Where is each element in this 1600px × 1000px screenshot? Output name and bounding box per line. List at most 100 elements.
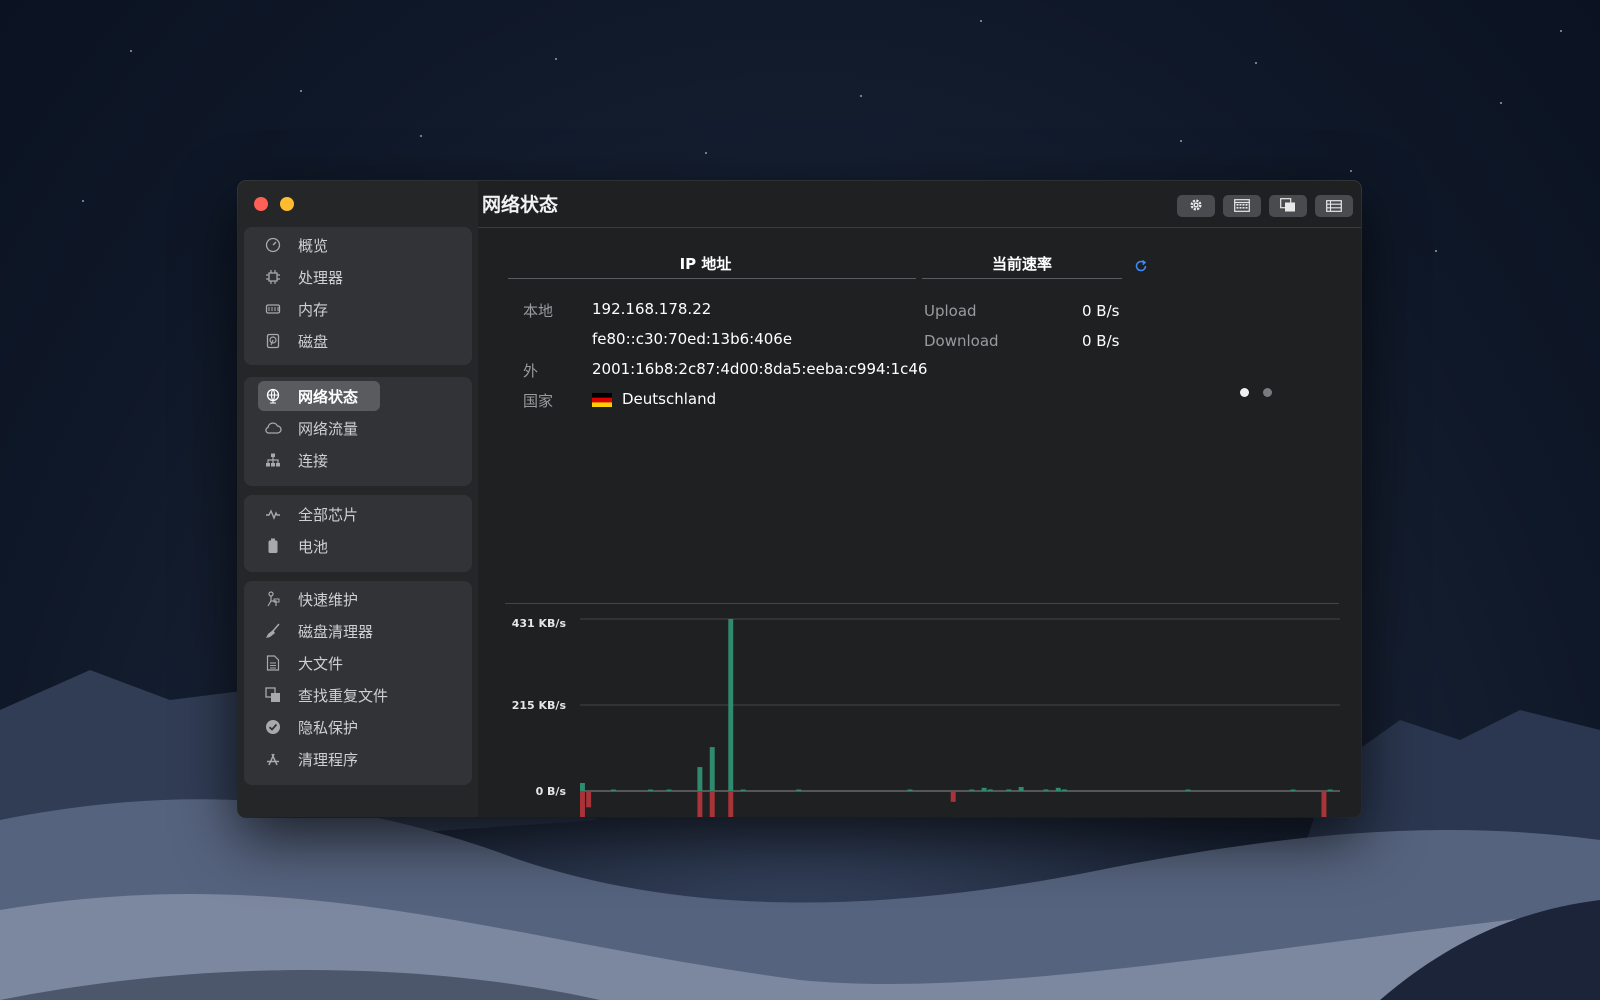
star [1560,30,1562,32]
sidebar-item-label: 电池 [298,537,329,556]
star [1350,170,1352,172]
download-bar [1290,789,1296,791]
list-view-button[interactable] [1315,195,1353,217]
window-copy-button[interactable] [1269,195,1307,217]
star [1500,102,1502,104]
sidebar-item-label: 连接 [298,451,329,470]
memory-icon [264,300,282,318]
section-divider [505,603,1339,604]
app-store-icon [264,750,282,768]
disk-icon [264,332,282,350]
settings-button[interactable] [1177,195,1215,217]
refresh-icon[interactable] [1134,258,1148,277]
star [130,50,132,52]
document-icon [264,654,282,672]
window-controls [254,197,294,211]
sidebar-item-all-chips[interactable]: 全部芯片 [244,498,472,530]
app-window: 概览 处理器 内存 磁盘 网络状态 网络流量 连接 全部芯片 电池 快速维护 磁… [238,181,1361,817]
sidebar-item-find-duplicates[interactable]: 查找重复文件 [244,679,472,711]
y-axis-label: 0 B/s [536,785,567,798]
sidebar-item-network-traffic[interactable]: 网络流量 [244,412,472,444]
star [1435,250,1437,252]
page-indicator [1240,388,1272,397]
list-icon [1326,197,1342,216]
sidebar-item-label: 内存 [298,300,329,319]
sidebar-group-system: 概览 处理器 内存 磁盘 [244,227,472,365]
sidebar-item-label: 网络流量 [298,419,359,438]
duplicate-icon [264,686,282,704]
sidebar-item-label: 磁盘清理器 [298,622,374,641]
download-bar [647,789,653,791]
upload-bar [950,791,956,802]
external-ip-value: 2001:16b8:2c87:4d00:8da5:eeba:c994:1c46 [592,360,928,378]
y-axis-label: 215 KB/s [512,699,567,712]
sidebar-item-label: 处理器 [298,268,344,287]
close-window-button[interactable] [254,197,268,211]
sidebar-item-label: 磁盘 [298,332,329,351]
upload-bar [728,791,734,817]
download-bar [580,783,585,791]
download-bar [907,789,913,791]
upload-bar [586,791,592,808]
calendar-icon [1234,197,1250,216]
upload-bar [697,791,703,817]
network-tree-icon [264,451,282,469]
y-axis-label: 431 KB/s [512,617,567,630]
network-traffic-chart: 431 KB/s215 KB/s0 B/s16 KB/s32 KB/s [512,617,1340,817]
sidebar-item-network-status[interactable]: 网络状态 [244,380,472,412]
download-bar [709,747,715,791]
sidebar-group-hardware: 全部芯片 电池 [244,495,472,572]
star [860,95,862,97]
star [1180,140,1182,142]
star [705,152,707,154]
calendar-button[interactable] [1223,195,1261,217]
star [1255,62,1257,64]
sidebar: 概览 处理器 内存 磁盘 网络状态 网络流量 连接 全部芯片 电池 快速维护 磁… [238,181,478,817]
sidebar-item-quick-maintenance[interactable]: 快速维护 [244,583,472,615]
download-bar [1043,789,1049,791]
download-bar [1055,787,1061,791]
sidebar-item-privacy[interactable]: 隐私保护 [244,711,472,743]
sidebar-item-large-files[interactable]: 大文件 [244,647,472,679]
download-bar [740,789,746,791]
globe-icon [264,387,282,405]
download-bar [1327,789,1333,791]
maintenance-icon [264,590,282,608]
sidebar-item-disk-cleaner[interactable]: 磁盘清理器 [244,615,472,647]
ip-address-header: IP 地址 [679,255,732,273]
current-speed-header: 当前速率 [991,255,1052,273]
download-bar [610,789,616,791]
sidebar-item-label: 大文件 [298,654,344,673]
download-value: 0 B/s [1082,332,1120,350]
sidebar-item-processor[interactable]: 处理器 [244,261,472,293]
sidebar-item-label: 清理程序 [298,750,359,769]
sidebar-item-battery[interactable]: 电池 [244,530,472,562]
page-dot-1[interactable] [1240,388,1249,397]
title-divider [478,227,1361,228]
sidebar-item-disk[interactable]: 磁盘 [244,325,472,357]
pulse-icon [264,505,282,523]
download-label: Download [924,332,999,350]
sidebar-item-uninstaller[interactable]: 清理程序 [244,743,472,775]
download-bar [666,789,672,791]
page-title: 网络状态 [482,194,559,216]
download-bar [987,789,993,791]
upload-value: 0 B/s [1082,302,1120,320]
download-bar [981,787,987,791]
sidebar-item-overview[interactable]: 概览 [244,229,472,261]
sidebar-item-memory[interactable]: 内存 [244,293,472,325]
toolbar [1177,195,1353,217]
local-label: 本地 [523,302,554,320]
star [980,20,982,22]
download-bar [796,789,802,791]
sidebar-item-label: 网络状态 [298,387,359,406]
minimize-window-button[interactable] [280,197,294,211]
ip-header-underline [508,278,916,279]
broom-icon [264,622,282,640]
star [300,90,302,92]
page-dot-2[interactable] [1263,388,1272,397]
sidebar-item-connections[interactable]: 连接 [244,444,472,476]
download-bar [728,619,734,791]
germany-flag-icon [592,393,612,407]
upload-bar [1321,791,1327,817]
